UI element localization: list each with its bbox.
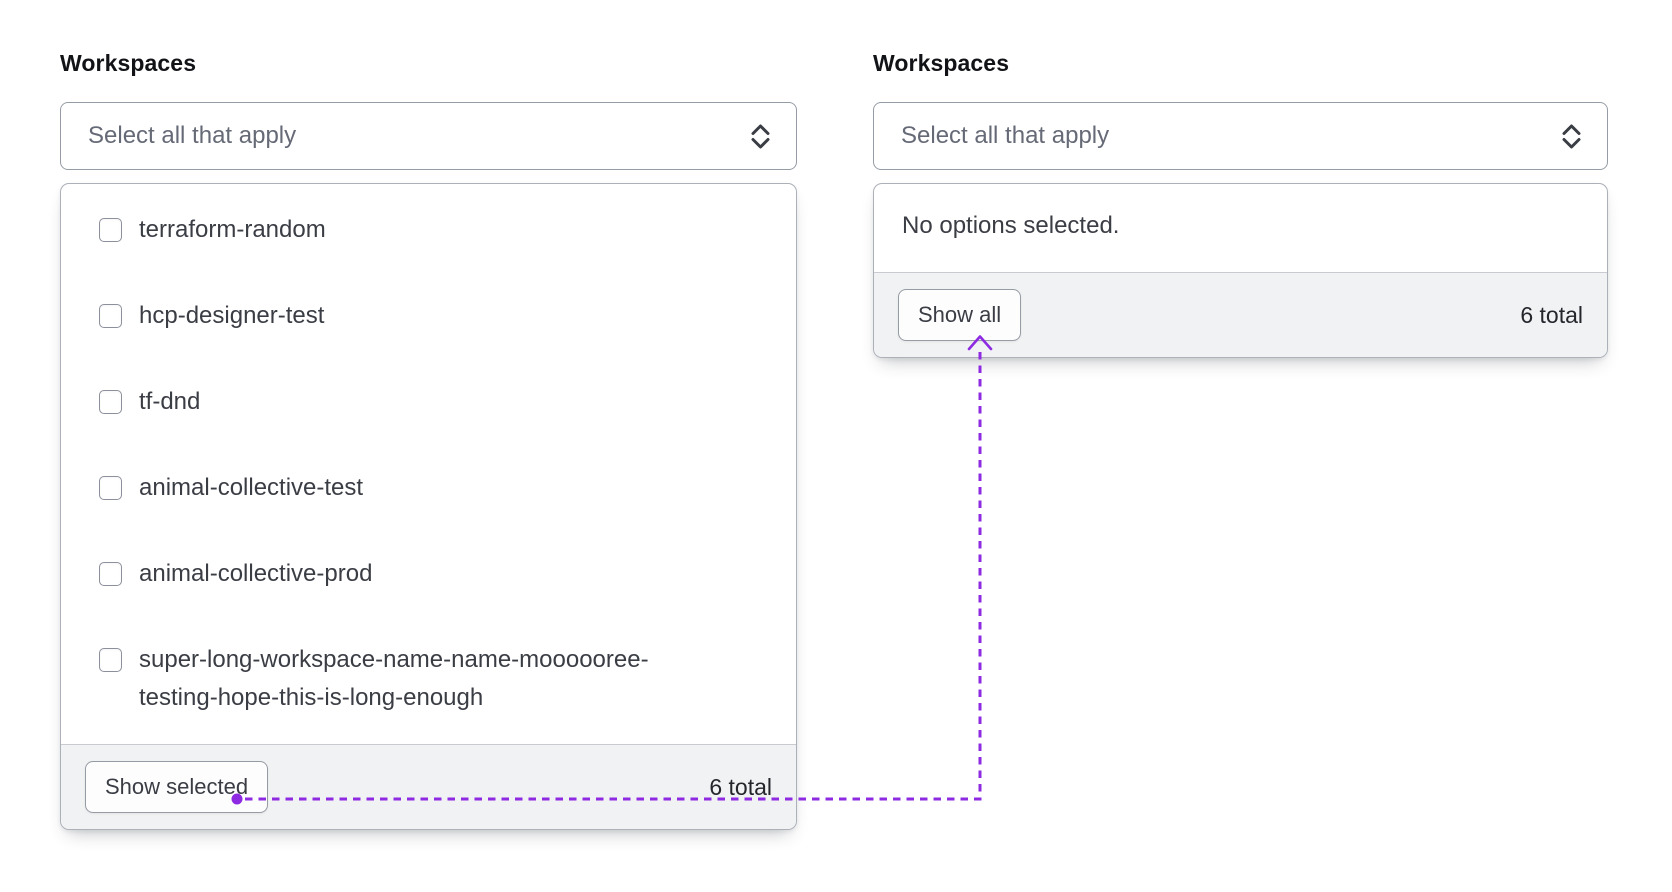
panel-footer: Show selected 6 total [61,744,796,829]
multiselect-workspaces-summary: Workspaces Select all that apply No opti… [873,50,1608,358]
option-label: terraform-random [139,216,326,243]
show-selected-button[interactable]: Show selected [85,761,269,813]
option-row[interactable]: tf-dnd [99,359,768,445]
option-checkbox[interactable] [99,562,122,586]
option-row[interactable]: terraform-random [99,187,768,273]
option-checkbox[interactable] [99,648,122,672]
panel-footer: Show all 6 total [874,272,1607,357]
option-row[interactable]: animal-collective-test [99,445,768,531]
total-count: 6 total [1520,301,1583,328]
multiselect-workspaces-open: Workspaces Select all that apply terrafo… [60,50,797,830]
field-label: Workspaces [873,50,1010,76]
caret-sort-icon [1562,124,1581,148]
option-label: tf-dnd [139,388,201,415]
option-row[interactable]: super-long-workspace-name-name-moooooree… [99,617,768,741]
option-label: hcp-designer-test [139,302,325,329]
option-label: super-long-workspace-name-name-moooooree… [139,646,649,711]
select-placeholder: Select all that apply [901,122,1110,149]
option-checkbox[interactable] [99,304,122,328]
total-count: 6 total [709,773,772,800]
option-label: animal-collective-prod [139,560,373,587]
option-row[interactable]: hcp-designer-test [99,273,768,359]
empty-message: No options selected. [902,212,1120,239]
option-checkbox[interactable] [99,390,122,414]
option-checkbox[interactable] [99,476,122,500]
summary-panel: No options selected. Show all 6 total [873,183,1608,358]
show-all-button[interactable]: Show all [898,289,1022,341]
option-row[interactable]: animal-collective-prod [99,531,768,617]
select-placeholder: Select all that apply [88,122,297,149]
option-label: animal-collective-test [139,474,364,501]
select-toggle[interactable]: Select all that apply [60,102,797,170]
select-toggle[interactable]: Select all that apply [873,102,1608,170]
field-label: Workspaces [60,50,197,76]
caret-sort-icon [751,124,770,148]
dropdown-panel: terraform-random hcp-designer-test tf-dn… [60,183,797,830]
options-list: terraform-random hcp-designer-test tf-dn… [61,184,796,744]
option-checkbox[interactable] [99,218,122,242]
